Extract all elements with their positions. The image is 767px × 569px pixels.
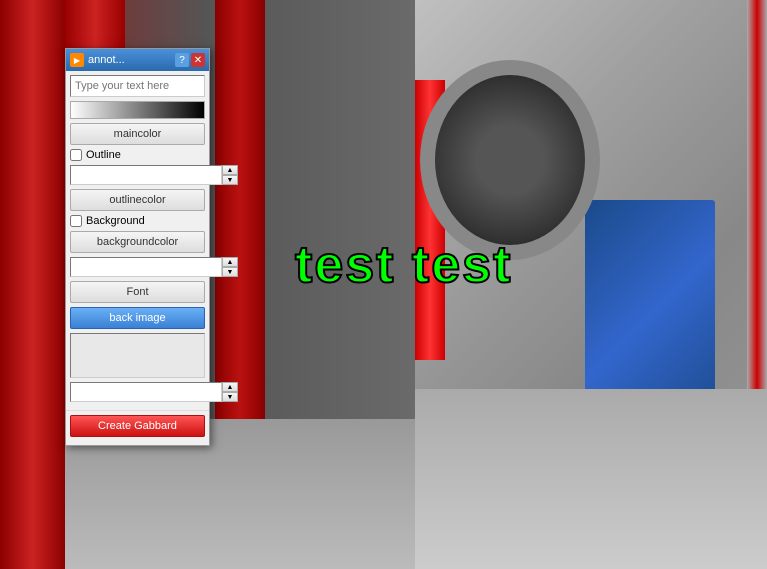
workshop-floor-right bbox=[415, 389, 767, 569]
background-row: Background bbox=[70, 215, 205, 227]
dialog-titlebar: ▶ annot... ? ✕ bbox=[66, 49, 209, 71]
shelf-right bbox=[747, 0, 767, 400]
dialog-window: ▶ annot... ? ✕ maincolor Outline 2 ▲ ▼ o… bbox=[65, 48, 210, 446]
outline-spinner-down[interactable]: ▼ bbox=[222, 175, 238, 185]
outline-spinner-row: 2 ▲ ▼ bbox=[70, 165, 205, 185]
backgroundcolor-button[interactable]: backgroundcolor bbox=[70, 231, 205, 253]
dialog-bottom: Create Gabbard bbox=[66, 410, 209, 445]
fontsize-spinner-down[interactable]: ▼ bbox=[222, 267, 238, 277]
outline-label: Outline bbox=[86, 149, 121, 161]
fontsize-spinner-up[interactable]: ▲ bbox=[222, 257, 238, 267]
left-shelf bbox=[0, 0, 65, 569]
motorcycle-wheel bbox=[420, 60, 600, 260]
dialog-title: annot... bbox=[88, 54, 173, 66]
font-button[interactable]: Font bbox=[70, 281, 205, 303]
position-spinner-down[interactable]: ▼ bbox=[222, 392, 238, 402]
background-checkbox[interactable] bbox=[70, 215, 82, 227]
outlinecolor-button[interactable]: outlinecolor bbox=[70, 189, 205, 211]
outline-spinner-up[interactable]: ▲ bbox=[222, 165, 238, 175]
help-button[interactable]: ? bbox=[175, 53, 189, 67]
outline-row: Outline bbox=[70, 149, 205, 161]
position-input[interactable]: 5 bbox=[70, 382, 222, 402]
outline-checkbox[interactable] bbox=[70, 149, 82, 161]
test-text: test test bbox=[295, 235, 512, 295]
preview-area bbox=[70, 333, 205, 378]
text-input[interactable] bbox=[70, 75, 205, 97]
create-button[interactable]: Create Gabbard bbox=[70, 415, 205, 437]
position-spinner-buttons: ▲ ▼ bbox=[222, 382, 238, 402]
outline-value-input[interactable]: 2 bbox=[70, 165, 222, 185]
dialog-icon: ▶ bbox=[70, 53, 84, 67]
color-preview-bar bbox=[70, 101, 205, 119]
fontsize-spinner-buttons: ▲ ▼ bbox=[222, 257, 238, 277]
backimage-button[interactable]: back image bbox=[70, 307, 205, 329]
fontsize-spinner-row: 40 ▲ ▼ bbox=[70, 257, 205, 277]
outline-spinner-buttons: ▲ ▼ bbox=[222, 165, 238, 185]
background-label: Background bbox=[86, 215, 145, 227]
close-button[interactable]: ✕ bbox=[191, 53, 205, 67]
fontsize-input[interactable]: 40 bbox=[70, 257, 222, 277]
maincolor-button[interactable]: maincolor bbox=[70, 123, 205, 145]
position-spinner-row: 5 ▲ ▼ bbox=[70, 382, 205, 402]
dialog-content: maincolor Outline 2 ▲ ▼ outlinecolor Bac… bbox=[66, 71, 209, 410]
position-spinner-up[interactable]: ▲ bbox=[222, 382, 238, 392]
